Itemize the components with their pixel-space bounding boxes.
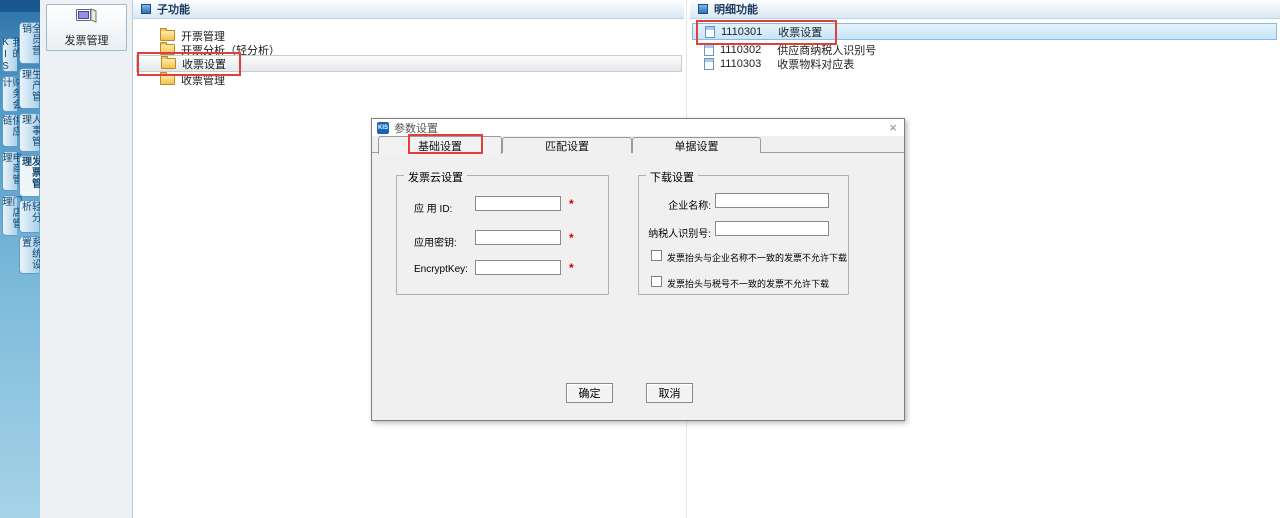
folder-open-icon	[161, 58, 176, 69]
detail-item-code: 1110302	[720, 44, 761, 56]
close-icon[interactable]: ×	[889, 121, 897, 134]
module-shortcut-panel: 发票管理	[40, 0, 133, 518]
group-download-title: 下载设置	[646, 169, 698, 185]
module-tab-hr[interactable]: 人事管理	[19, 113, 39, 152]
parameter-settings-dialog: KIS 参数设置 × 基础设置 匹配设置 单据设置 发票云设置 应 用 ID: …	[371, 118, 905, 421]
module-tab-production[interactable]: 生产管理	[19, 68, 39, 109]
sub-function-title: 子功能	[157, 1, 190, 17]
company-name-input[interactable]	[715, 193, 829, 208]
app-id-label: 应 用 ID:	[414, 200, 452, 215]
module-tab-finance[interactable]: 财务会计	[2, 76, 17, 112]
tree-item-label: 收票设置	[182, 56, 226, 72]
tree-item-receipt-mgmt[interactable]: 收票管理	[160, 72, 225, 87]
module-tab-supply-chain[interactable]: 供应链	[2, 114, 17, 147]
tab-document-settings[interactable]: 单据设置	[632, 137, 761, 153]
dialog-title-bar: KIS 参数设置 ×	[372, 119, 904, 136]
document-icon	[704, 58, 714, 70]
invoice-management-label: 发票管理	[65, 32, 109, 48]
app-id-input[interactable]	[475, 196, 561, 211]
dialog-title: 参数设置	[394, 120, 438, 136]
sub-function-header: 子功能	[133, 0, 684, 19]
module-tab-system[interactable]: 系统设置	[19, 236, 39, 274]
ok-button[interactable]: 确定	[566, 383, 613, 403]
detail-item-receipt-settings-selected[interactable]: 1110301 收票设置	[692, 23, 1277, 40]
module-tab-bar: 我的KIS 财务会计 供应链 电商管理 门店管理 全员营销 生产管理 人事管理 …	[0, 0, 40, 518]
application-window: 我的KIS 财务会计 供应链 电商管理 门店管理 全员营销 生产管理 人事管理 …	[0, 0, 1280, 518]
taxpayer-id-input[interactable]	[715, 221, 829, 236]
folder-icon	[160, 44, 175, 55]
encrypt-key-label: EncryptKey:	[414, 264, 468, 275]
required-mark: *	[569, 231, 574, 245]
panel-toggle-icon	[141, 4, 151, 14]
checkbox-taxno-mismatch[interactable]	[651, 276, 662, 287]
group-invoice-cloud-title: 发票云设置	[404, 169, 467, 185]
detail-item-label: 收票物料对应表	[777, 56, 854, 72]
document-icon	[704, 44, 714, 56]
detail-item-label: 收票设置	[778, 24, 822, 40]
group-download-settings: 下载设置 企业名称: 纳税人识别号: 发票抬头与企业名称不一致的发票不允许下载 …	[638, 175, 849, 295]
folder-icon	[160, 30, 175, 41]
app-secret-input[interactable]	[475, 230, 561, 245]
required-mark: *	[569, 197, 574, 211]
folder-icon	[160, 74, 175, 85]
cancel-button[interactable]: 取消	[646, 383, 693, 403]
checkbox-name-mismatch[interactable]	[651, 250, 662, 261]
module-tab-ecommerce[interactable]: 电商管理	[2, 151, 17, 191]
invoice-management-shortcut-button[interactable]: 发票管理	[46, 4, 127, 51]
taxpayer-id-label: 纳税人识别号:	[641, 225, 711, 240]
checkbox-name-mismatch-label: 发票抬头与企业名称不一致的发票不允许下载	[667, 251, 847, 264]
panel-toggle-icon	[698, 4, 708, 14]
invoice-management-icon	[75, 7, 99, 29]
detail-item-code: 1110303	[720, 58, 761, 70]
detail-item-code: 1110301	[721, 26, 762, 38]
detail-item-material-mapping[interactable]: 1110303 收票物料对应表	[704, 56, 854, 71]
sidebar-top-cap	[0, 0, 40, 12]
tree-item-receipt-settings-selected[interactable]: 收票设置	[136, 55, 682, 72]
company-name-label: 企业名称:	[641, 197, 711, 212]
group-invoice-cloud-settings: 发票云设置 应 用 ID: * 应用密钥: * EncryptKey: *	[396, 175, 609, 295]
required-mark: *	[569, 261, 574, 275]
module-tab-my-kis[interactable]: 我的KIS	[2, 38, 17, 72]
module-tab-store[interactable]: 门店管理	[2, 195, 17, 236]
document-icon	[705, 26, 715, 38]
app-secret-label: 应用密钥:	[414, 234, 457, 249]
detail-function-title: 明细功能	[714, 1, 758, 17]
checkbox-taxno-mismatch-label: 发票抬头与税号不一致的发票不允许下载	[667, 277, 829, 290]
tree-item-label: 收票管理	[181, 72, 225, 88]
tab-basic-settings[interactable]: 基础设置	[378, 136, 502, 154]
encrypt-key-input[interactable]	[475, 260, 561, 275]
module-tab-invoice[interactable]: 发票管理	[19, 155, 39, 197]
tab-matching-settings[interactable]: 匹配设置	[502, 137, 632, 153]
module-tab-analytics[interactable]: 轻分析	[19, 200, 39, 233]
module-tab-marketing[interactable]: 全员营销	[19, 22, 39, 64]
kis-app-icon: KIS	[377, 122, 389, 134]
dialog-tab-strip: 基础设置 匹配设置 单据设置	[372, 136, 904, 153]
detail-function-header: 明细功能	[690, 0, 1280, 19]
